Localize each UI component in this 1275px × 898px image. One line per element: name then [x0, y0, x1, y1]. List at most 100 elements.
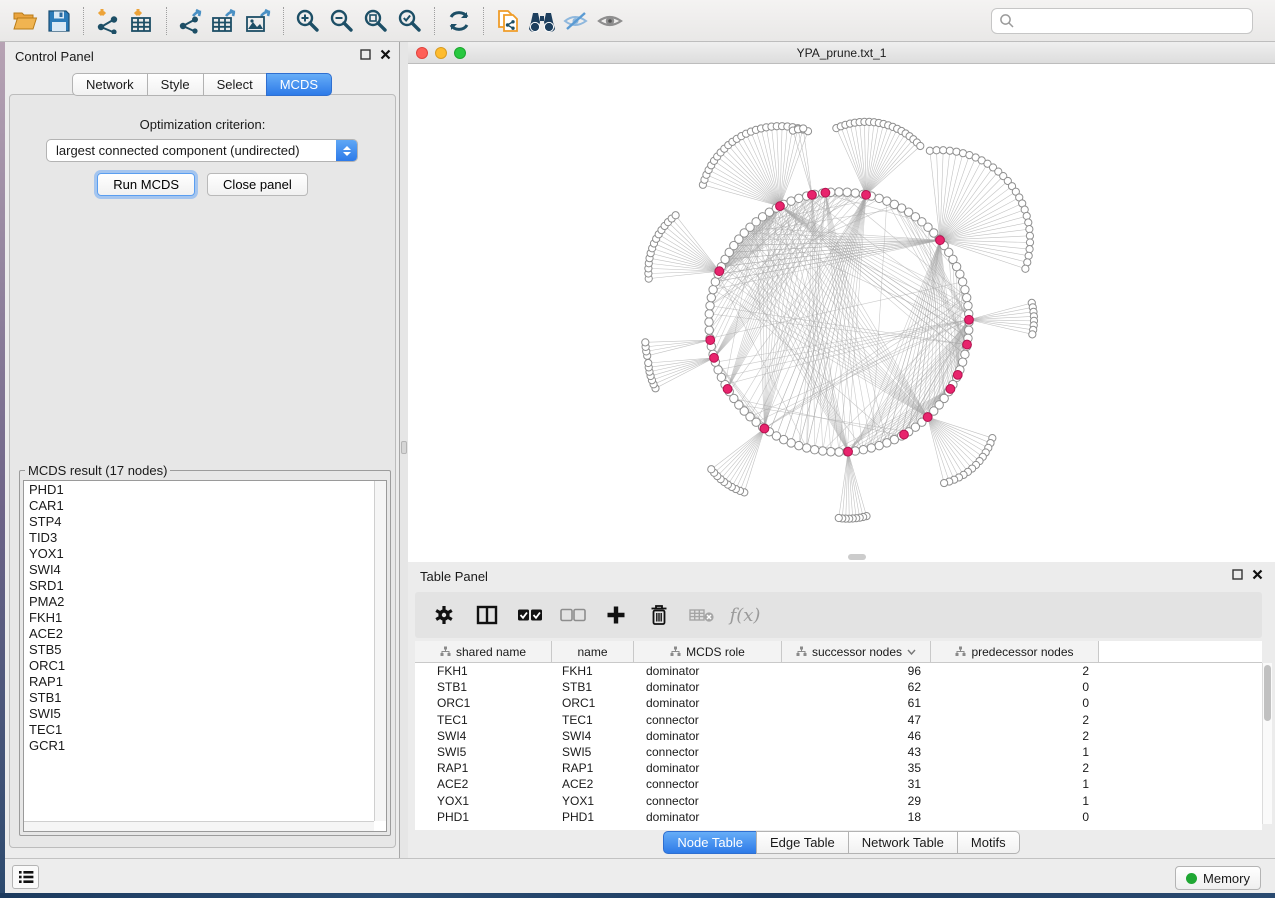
- dominator-node[interactable]: [723, 385, 732, 394]
- add-column-button[interactable]: [601, 600, 631, 630]
- mcds-result-item[interactable]: YOX1: [24, 546, 373, 562]
- table-row[interactable]: FKH1FKH1dominator962: [415, 663, 1262, 679]
- table-row[interactable]: SWI4SWI4dominator462: [415, 728, 1262, 744]
- dominator-node[interactable]: [710, 353, 719, 362]
- import-network-button[interactable]: [91, 5, 125, 37]
- select-all-button[interactable]: [515, 600, 545, 630]
- network-node[interactable]: [965, 326, 973, 334]
- network-node[interactable]: [705, 318, 713, 326]
- network-node[interactable]: [835, 448, 843, 456]
- network-node[interactable]: [926, 147, 933, 154]
- search-box[interactable]: [991, 8, 1253, 34]
- column-settings-button[interactable]: [429, 600, 459, 630]
- network-node[interactable]: [958, 358, 966, 366]
- close-panel-icon[interactable]: [380, 49, 391, 60]
- refresh-view-button[interactable]: [442, 5, 476, 37]
- tab-node-table[interactable]: Node Table: [663, 831, 757, 854]
- network-node[interactable]: [883, 439, 891, 447]
- network-node[interactable]: [851, 189, 859, 197]
- network-node[interactable]: [706, 302, 714, 310]
- network-node[interactable]: [1025, 219, 1032, 226]
- dominator-node[interactable]: [963, 340, 972, 349]
- network-node[interactable]: [958, 278, 966, 286]
- dominator-node[interactable]: [900, 430, 909, 439]
- network-hscroll-thumb[interactable]: [848, 554, 866, 560]
- mcds-result-item[interactable]: ACE2: [24, 626, 373, 642]
- table-row[interactable]: TEC1TEC1connector472: [415, 712, 1262, 728]
- zoom-fit-button[interactable]: [359, 5, 393, 37]
- deselect-all-button[interactable]: [558, 600, 588, 630]
- column-header-name[interactable]: name: [552, 641, 634, 663]
- dominator-node[interactable]: [965, 315, 974, 324]
- export-table-button[interactable]: [208, 5, 242, 37]
- network-node[interactable]: [800, 125, 807, 132]
- open-session-button[interactable]: [8, 5, 42, 37]
- mcds-result-item[interactable]: STB1: [24, 690, 373, 706]
- export-image-button[interactable]: [242, 5, 276, 37]
- dominator-node[interactable]: [821, 188, 830, 197]
- table-row[interactable]: PHD1PHD1dominator180: [415, 809, 1262, 825]
- column-header-successor-nodes[interactable]: successor nodes: [782, 641, 931, 663]
- network-node[interactable]: [1025, 252, 1032, 259]
- network-node[interactable]: [940, 147, 947, 154]
- network-node[interactable]: [642, 339, 649, 346]
- network-node[interactable]: [819, 447, 827, 455]
- network-node[interactable]: [1026, 232, 1033, 239]
- tab-style[interactable]: Style: [147, 73, 204, 96]
- network-node[interactable]: [941, 479, 948, 486]
- table-row[interactable]: STB1STB1dominator620: [415, 679, 1262, 695]
- search-input[interactable]: [1015, 11, 1252, 31]
- splitter-grip[interactable]: [401, 441, 407, 454]
- network-node[interactable]: [1026, 226, 1033, 233]
- network-node[interactable]: [714, 366, 722, 374]
- table-row[interactable]: ORC1ORC1dominator610: [415, 695, 1262, 711]
- network-node[interactable]: [835, 514, 842, 521]
- dominator-node[interactable]: [936, 236, 945, 245]
- dominator-node[interactable]: [706, 336, 715, 345]
- dominator-node[interactable]: [715, 267, 724, 276]
- mcds-result-item[interactable]: FKH1: [24, 610, 373, 626]
- mcds-result-item[interactable]: CAR1: [24, 498, 373, 514]
- table-row[interactable]: SWI5SWI5connector431: [415, 744, 1262, 760]
- network-node[interactable]: [1023, 212, 1030, 219]
- network-node[interactable]: [827, 448, 835, 456]
- binoculars-button[interactable]: [525, 5, 559, 37]
- run-mcds-button[interactable]: Run MCDS: [97, 173, 195, 196]
- network-node[interactable]: [953, 148, 960, 155]
- tab-select[interactable]: Select: [203, 73, 267, 96]
- network-node[interactable]: [795, 441, 803, 449]
- close-panel-button[interactable]: Close panel: [207, 173, 308, 196]
- close-panel-icon[interactable]: [1252, 569, 1263, 580]
- show-graphics-button[interactable]: [593, 5, 627, 37]
- tab-motifs[interactable]: Motifs: [957, 831, 1020, 854]
- network-node[interactable]: [1029, 331, 1036, 338]
- mcds-result-item[interactable]: GCR1: [24, 738, 373, 754]
- tab-mcds[interactable]: MCDS: [266, 73, 332, 96]
- delete-column-button[interactable]: [644, 600, 674, 630]
- network-node[interactable]: [705, 326, 713, 334]
- network-node[interactable]: [859, 445, 867, 453]
- dominator-node[interactable]: [808, 190, 817, 199]
- network-node[interactable]: [1026, 239, 1033, 246]
- network-node[interactable]: [875, 441, 883, 449]
- table-vscrollbar[interactable]: [1262, 663, 1272, 824]
- mcds-result-item[interactable]: PMA2: [24, 594, 373, 610]
- network-node[interactable]: [917, 142, 924, 149]
- share-document-button[interactable]: [491, 5, 525, 37]
- network-node[interactable]: [946, 147, 953, 154]
- network-node[interactable]: [875, 194, 883, 202]
- network-node[interactable]: [708, 466, 715, 473]
- mcds-result-item[interactable]: TID3: [24, 530, 373, 546]
- network-node[interactable]: [709, 285, 717, 293]
- network-node[interactable]: [645, 359, 652, 366]
- mcds-list-hscrollbar[interactable]: [24, 821, 374, 831]
- zoom-selected-button[interactable]: [393, 5, 427, 37]
- import-table-button[interactable]: [125, 5, 159, 37]
- network-node[interactable]: [835, 188, 843, 196]
- network-node[interactable]: [956, 270, 964, 278]
- show-columns-button[interactable]: [472, 600, 502, 630]
- mcds-result-item[interactable]: SRD1: [24, 578, 373, 594]
- network-node[interactable]: [787, 197, 795, 205]
- column-header-predecessor-nodes[interactable]: predecessor nodes: [931, 641, 1099, 663]
- network-node[interactable]: [867, 444, 875, 452]
